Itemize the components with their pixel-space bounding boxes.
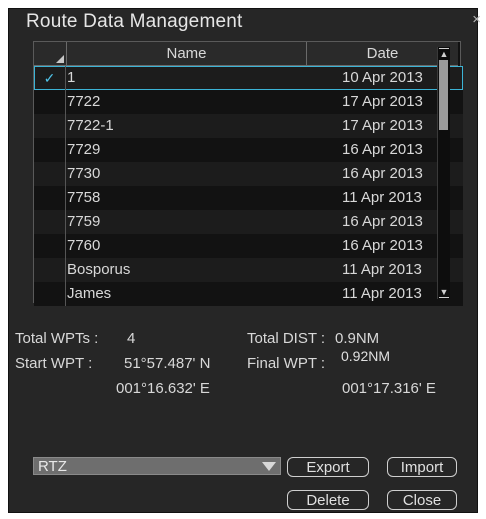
row-date: 17 Apr 2013	[342, 117, 423, 134]
start-wpt-label: Start WPT :	[15, 355, 93, 372]
row-checkbox[interactable]	[34, 258, 66, 282]
row-date: 11 Apr 2013	[342, 189, 422, 206]
row-date: 16 Apr 2013	[342, 165, 423, 182]
row-name: 7760	[67, 237, 101, 254]
table-row[interactable]: 7758 11 Apr 2013	[34, 186, 463, 210]
scroll-up-icon[interactable]: ▲	[439, 48, 449, 59]
table-row[interactable]: 7760 16 Apr 2013	[34, 234, 463, 258]
table-scrollbar[interactable]: ▲ ▼	[437, 47, 450, 299]
row-name: 7758	[67, 189, 101, 206]
export-button[interactable]: Export	[287, 457, 369, 477]
final-wpt-overlay-value: 0.92NM	[341, 348, 391, 364]
table-row[interactable]: James 11 Apr 2013	[34, 282, 463, 306]
scroll-thumb[interactable]	[439, 60, 448, 130]
route-table: Name Date ✓ 1 10 Apr 2013 7722 17 Apr 2013 77…	[33, 41, 464, 306]
row-checkbox[interactable]: ✓	[34, 66, 66, 90]
row-name: 7722-1	[67, 117, 114, 134]
row-name: 7722	[67, 93, 101, 110]
final-wpt-label: Final WPT :	[247, 355, 326, 372]
row-checkbox[interactable]	[34, 114, 66, 138]
row-date: 11 Apr 2013	[342, 261, 422, 278]
table-row[interactable]: 7722-1 17 Apr 2013	[34, 114, 463, 138]
dialog-title: Route Data Management	[26, 11, 243, 32]
row-checkbox[interactable]	[34, 234, 66, 258]
close-icon[interactable]: ×	[472, 11, 481, 28]
row-date: 11 Apr 2013	[342, 285, 422, 302]
route-data-management-dialog: Route Data Management × Name Date ✓ 1 10 A…	[8, 8, 481, 513]
total-dist-label: Total DIST :	[247, 330, 326, 347]
close-button[interactable]: Close	[387, 490, 457, 510]
row-name: 7759	[67, 213, 101, 230]
total-wpts-value: 4	[127, 330, 136, 347]
row-name: 7729	[67, 141, 101, 158]
row-checkbox[interactable]	[34, 90, 66, 114]
row-name: James	[67, 285, 112, 302]
format-select-value: RTZ	[38, 458, 67, 475]
total-dist-value: 0.9NM	[335, 330, 380, 347]
table-row[interactable]: 7759 16 Apr 2013	[34, 210, 463, 234]
column-header-name[interactable]: Name	[67, 42, 307, 65]
row-checkbox[interactable]	[34, 282, 66, 306]
row-checkbox[interactable]	[34, 162, 66, 186]
table-row[interactable]: 7730 16 Apr 2013	[34, 162, 463, 186]
chevron-down-icon	[262, 462, 276, 471]
start-wpt-latitude: 51°57.487' N	[124, 355, 211, 372]
start-wpt-longitude: 001°16.632' E	[116, 380, 210, 397]
format-select[interactable]: RTZ	[33, 457, 281, 475]
delete-button[interactable]: Delete	[287, 490, 369, 510]
row-name: 7730	[67, 165, 101, 182]
table-row[interactable]: ✓ 1 10 Apr 2013	[34, 66, 463, 90]
row-name: Bosporus	[67, 261, 131, 278]
total-wpts-label: Total WPTs :	[15, 330, 99, 347]
row-date: 16 Apr 2013	[342, 237, 423, 254]
row-date: 17 Apr 2013	[342, 93, 423, 110]
row-date: 16 Apr 2013	[342, 213, 423, 230]
row-checkbox[interactable]	[34, 138, 66, 162]
row-date: 10 Apr 2013	[342, 69, 423, 86]
row-checkbox[interactable]	[34, 210, 66, 234]
select-all-corner-icon[interactable]	[34, 42, 67, 65]
row-checkbox[interactable]	[34, 186, 66, 210]
row-date: 16 Apr 2013	[342, 141, 423, 158]
final-wpt-longitude: 001°17.316' E	[342, 380, 436, 397]
column-header-date[interactable]: Date	[307, 42, 458, 65]
table-row[interactable]: Bosporus 11 Apr 2013	[34, 258, 463, 282]
table-header: Name Date	[34, 42, 458, 66]
table-row[interactable]: 7722 17 Apr 2013	[34, 90, 463, 114]
table-row[interactable]: 7729 16 Apr 2013	[34, 138, 463, 162]
table-body: ✓ 1 10 Apr 2013 7722 17 Apr 2013 7722-1 17 Apr…	[34, 66, 464, 306]
row-name: 1	[67, 69, 76, 86]
import-button[interactable]: Import	[387, 457, 457, 477]
scroll-down-icon[interactable]: ▼	[439, 287, 449, 298]
